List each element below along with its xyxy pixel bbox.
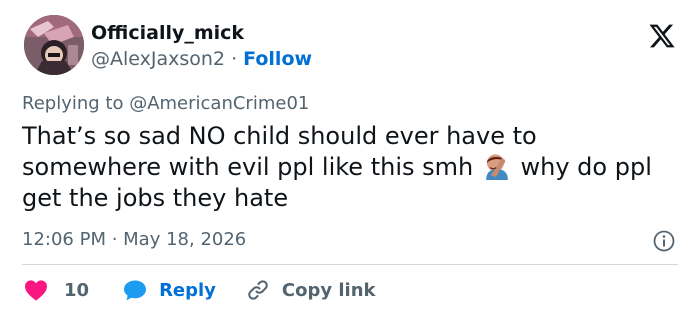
copy-link-button[interactable]: Copy link (246, 278, 376, 302)
copy-link-label: Copy link (281, 279, 376, 301)
tweet-text-part-1: That’s so sad NO child should ever have … (22, 122, 537, 181)
avatar[interactable] (24, 15, 84, 75)
x-logo-icon[interactable] (647, 22, 677, 50)
tweet-time: 12:06 PM (22, 229, 106, 250)
action-bar: 10 Reply Copy link (22, 277, 376, 303)
timestamp-separator: · (105, 229, 124, 250)
handle-row: @AlexJaxson2 · Follow (91, 48, 312, 70)
face-palm-emoji-icon (485, 154, 508, 180)
reply-label: Reply (159, 279, 216, 301)
tweet-date: May 18, 2026 (123, 229, 247, 250)
user-handle[interactable]: @AlexJaxson2 (91, 48, 225, 70)
reply-button[interactable]: Reply (123, 279, 216, 301)
tweet-timestamp[interactable]: 12:06 PM · May 18, 2026 (22, 229, 246, 250)
replying-mention[interactable]: @AmericanCrime01 (129, 93, 309, 114)
follow-button[interactable]: Follow (243, 48, 312, 70)
replying-prefix: Replying to (22, 93, 130, 114)
display-name[interactable]: Officially_mick (91, 22, 244, 44)
info-icon[interactable] (652, 229, 676, 253)
tweet-text: That’s so sad NO child should ever have … (22, 121, 682, 214)
heart-icon (25, 280, 47, 301)
like-button[interactable]: 10 (24, 279, 89, 301)
divider (22, 264, 678, 265)
handle-separator: · (225, 48, 244, 70)
like-count: 10 (64, 279, 90, 301)
reply-bubble-icon (124, 280, 147, 301)
avatar-image (24, 15, 84, 75)
replying-to: Replying to @AmericanCrime01 (22, 93, 309, 114)
link-icon (248, 280, 268, 300)
